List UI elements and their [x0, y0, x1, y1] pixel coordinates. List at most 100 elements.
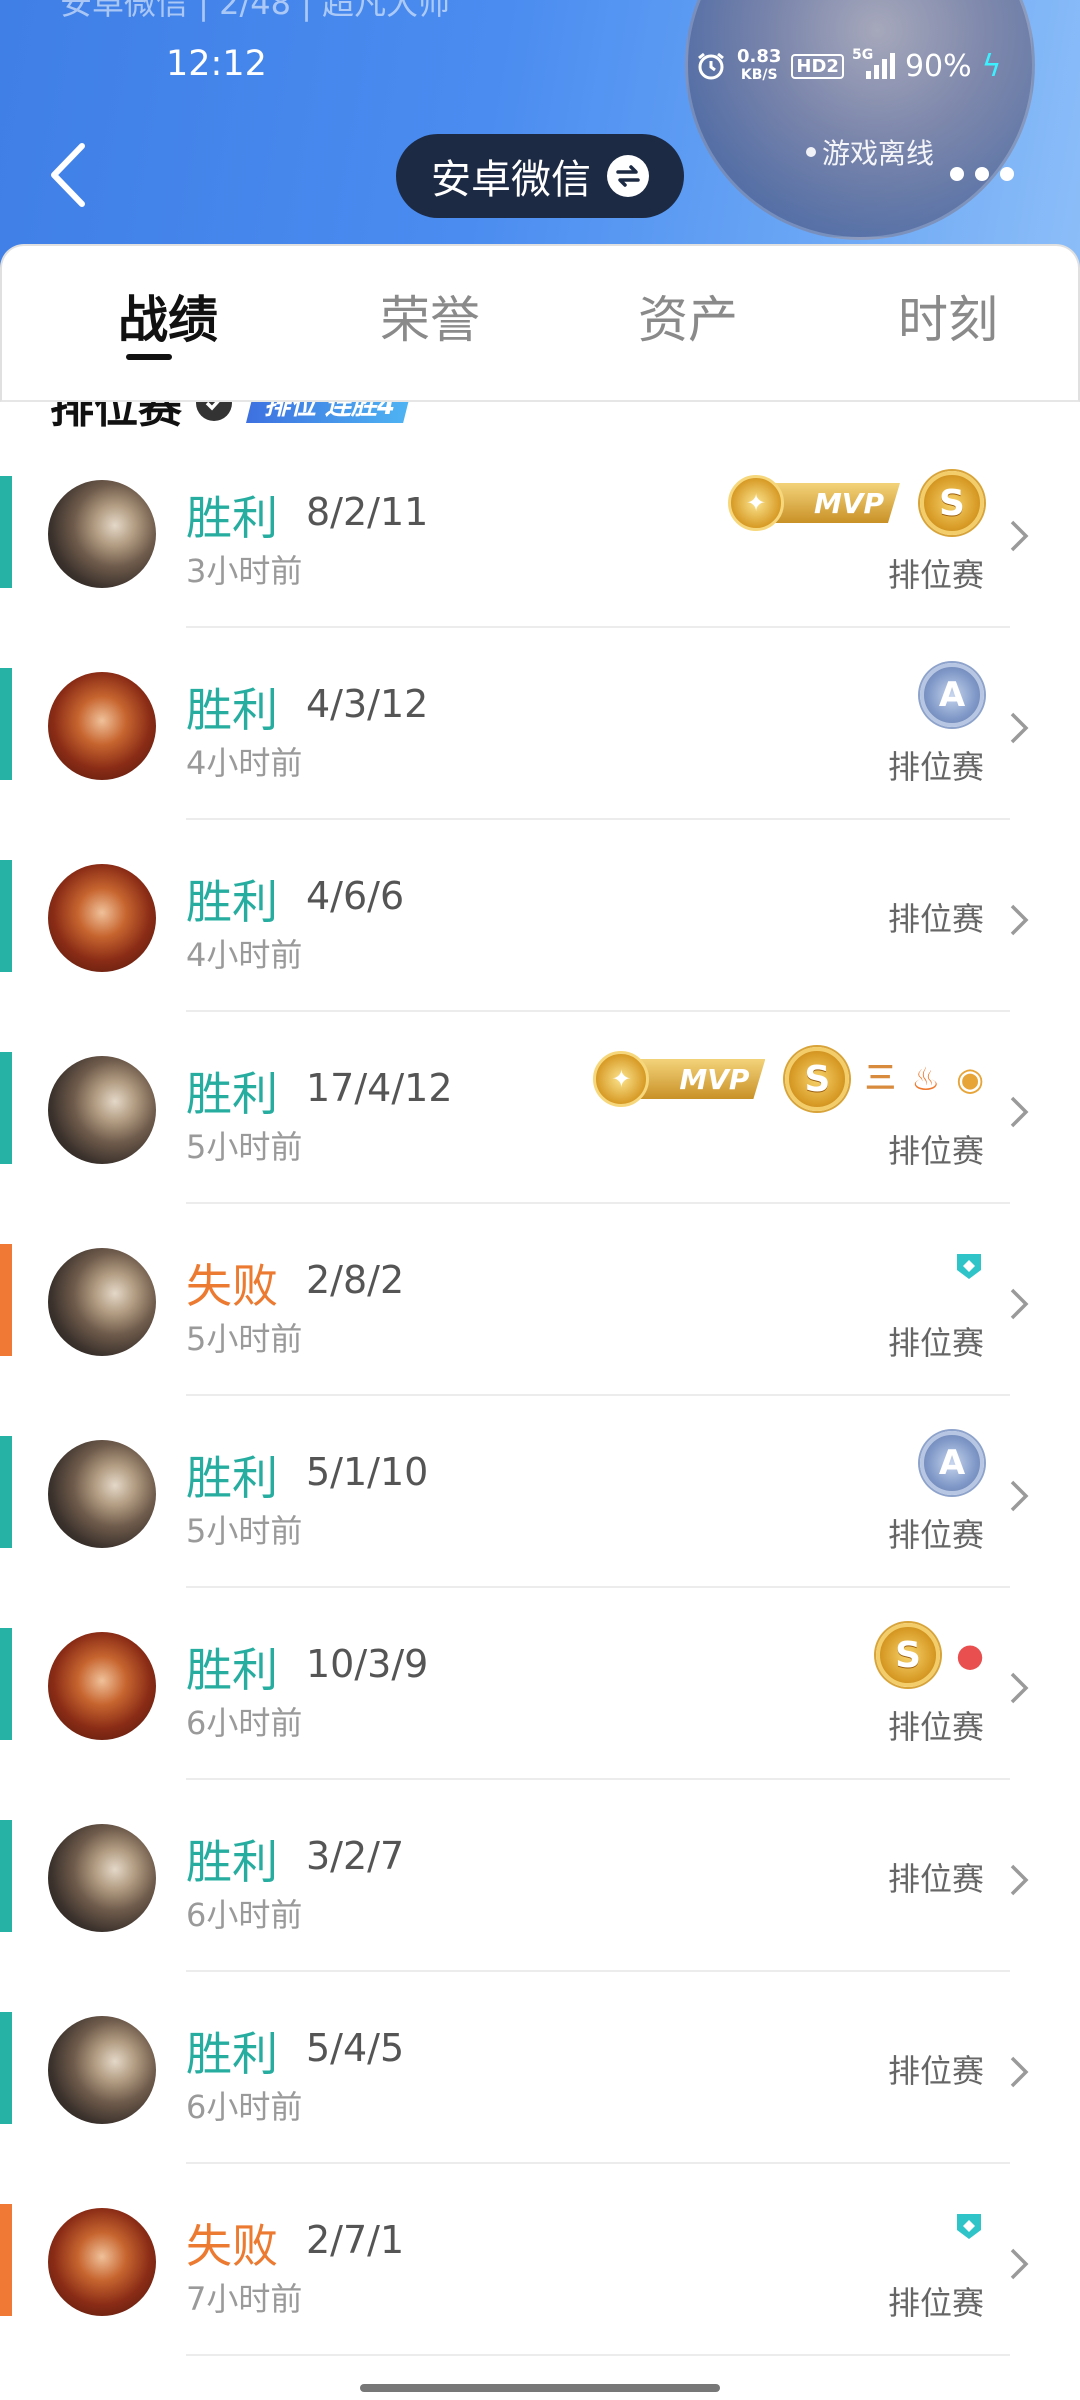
tab-honor[interactable]: 荣誉	[380, 280, 480, 352]
match-time: 6小时前	[186, 2088, 303, 2126]
match-kda: 17/4/12	[306, 1066, 453, 1110]
loss-indicator	[0, 2204, 12, 2316]
match-result: 胜利	[186, 875, 278, 929]
row-divider	[186, 2354, 1010, 2356]
match-badges	[954, 2206, 984, 2246]
chevron-right-icon	[1010, 1480, 1029, 1512]
match-badges: MVP ✦ S	[728, 468, 984, 538]
hero-avatar	[48, 672, 156, 780]
match-row[interactable]: 胜利 17/4/12 5小时前 MVP ✦ S 三 ♨ ◉ 排位赛	[0, 976, 1080, 1204]
match-mode: 排位赛	[887, 1324, 984, 1362]
win-indicator	[0, 476, 12, 588]
match-time: 6小时前	[186, 1896, 303, 1934]
match-result: 胜利	[186, 1451, 278, 1505]
status-icons: 0.83 KB/S HD2 5G 90% ϟ	[695, 44, 1001, 88]
chevron-right-icon	[1010, 520, 1029, 552]
hero-avatar	[48, 864, 156, 972]
match-time: 4小时前	[186, 936, 303, 974]
win-indicator	[0, 860, 12, 972]
chevron-right-icon	[1010, 1864, 1029, 1896]
match-kda: 5/1/10	[306, 1450, 429, 1494]
hero-avatar	[48, 480, 156, 588]
hero-avatar	[48, 1824, 156, 1932]
chevron-right-icon	[1010, 1672, 1029, 1704]
a-grade-badge: A	[920, 663, 984, 727]
player-portrait	[685, 0, 1035, 240]
online-status-label: 游戏离线	[822, 137, 935, 170]
match-mode: 排位赛	[887, 2052, 984, 2090]
charging-icon: ϟ	[981, 48, 1002, 84]
online-status: 游戏离线	[806, 132, 934, 172]
match-row[interactable]: 胜利 4/6/6 4小时前 排位赛	[0, 784, 1080, 1012]
win-indicator	[0, 1052, 12, 1164]
hero-avatar	[48, 1056, 156, 1164]
mvp-star-icon: ✦	[728, 475, 784, 531]
match-row[interactable]: 胜利 3/2/7 6小时前 排位赛	[0, 1744, 1080, 1972]
back-arrow-icon	[51, 143, 85, 207]
match-row[interactable]: 胜利 4/3/12 4小时前 A 排位赛	[0, 592, 1080, 820]
match-mode: 排位赛	[887, 1132, 984, 1170]
triple-kill-icon: 三	[865, 1061, 896, 1096]
match-kda: 4/6/6	[306, 874, 405, 918]
more-options-button[interactable]	[950, 164, 1014, 184]
hd-voice-icon: HD2	[791, 53, 844, 79]
match-badges	[954, 1246, 984, 1286]
loss-indicator	[0, 1244, 12, 1356]
match-badges: A	[920, 660, 984, 730]
tab-assets[interactable]: 资产	[638, 280, 738, 352]
match-row[interactable]: 胜利 5/1/10 5小时前 A 排位赛	[0, 1360, 1080, 1588]
match-result: 胜利	[186, 1067, 278, 1121]
chevron-right-icon	[1010, 1096, 1029, 1128]
chevron-right-icon	[1010, 712, 1029, 744]
status-time: 12:12	[166, 44, 267, 84]
more-dot-icon	[950, 167, 964, 181]
match-time: 7小时前	[186, 2280, 303, 2318]
match-time: 6小时前	[186, 1704, 303, 1742]
match-badges: S ●	[876, 1620, 984, 1690]
chevron-right-icon	[1010, 2056, 1029, 2088]
s-grade-badge: S	[876, 1623, 941, 1687]
shield-icon	[957, 2214, 981, 2239]
network-speed-value: 0.83	[737, 46, 782, 67]
match-result: 胜利	[186, 683, 278, 737]
match-mode: 排位赛	[887, 2284, 984, 2322]
s-grade-badge: S	[920, 471, 984, 535]
match-badges: A	[920, 1428, 984, 1498]
match-kda: 3/2/7	[306, 1834, 405, 1878]
match-mode: 排位赛	[887, 748, 984, 786]
home-indicator[interactable]	[360, 2384, 720, 2392]
match-kda: 2/8/2	[306, 1258, 405, 1302]
alarm-icon	[698, 52, 724, 80]
match-time: 5小时前	[186, 1320, 303, 1358]
tab-record[interactable]: 战绩	[118, 280, 218, 352]
match-kda: 5/4/5	[306, 2026, 405, 2070]
match-kda: 8/2/11	[306, 490, 429, 534]
match-row[interactable]: 胜利 10/3/9 6小时前 S ● 排位赛	[0, 1552, 1080, 1780]
mvp-star-icon: ✦	[593, 1051, 650, 1107]
match-result: 胜利	[186, 1835, 278, 1889]
more-dot-icon	[975, 167, 989, 181]
match-mode: 排位赛	[887, 900, 984, 938]
match-result: 失败	[186, 2219, 278, 2273]
match-row[interactable]: 胜利 5/4/5 6小时前 排位赛	[0, 1936, 1080, 2164]
match-mode: 排位赛	[887, 1860, 984, 1898]
match-time: 5小时前	[186, 1512, 303, 1550]
match-kda: 10/3/9	[306, 1642, 429, 1686]
first-blood-icon: ●	[956, 1636, 984, 1674]
tab-indicator	[126, 354, 172, 360]
battery-level: 90%	[904, 48, 972, 84]
back-button[interactable]	[44, 140, 94, 210]
hero-avatar	[48, 2016, 156, 2124]
win-indicator	[0, 1436, 12, 1548]
status-dot-icon	[806, 147, 816, 157]
match-row[interactable]: 失败 2/8/2 5小时前 排位赛	[0, 1168, 1080, 1396]
tab-bar: 战绩 荣誉 资产 时刻	[0, 244, 1080, 402]
match-result: 胜利	[186, 2027, 278, 2081]
match-kda: 4/3/12	[306, 682, 429, 726]
win-indicator	[0, 1820, 12, 1932]
account-switch-button[interactable]: 安卓微信	[396, 134, 684, 218]
tab-moments[interactable]: 时刻	[898, 280, 998, 352]
s-grade-badge: S	[785, 1047, 850, 1111]
chevron-right-icon	[1010, 904, 1029, 936]
match-row[interactable]: 失败 2/7/1 7小时前 排位赛	[0, 2128, 1080, 2356]
